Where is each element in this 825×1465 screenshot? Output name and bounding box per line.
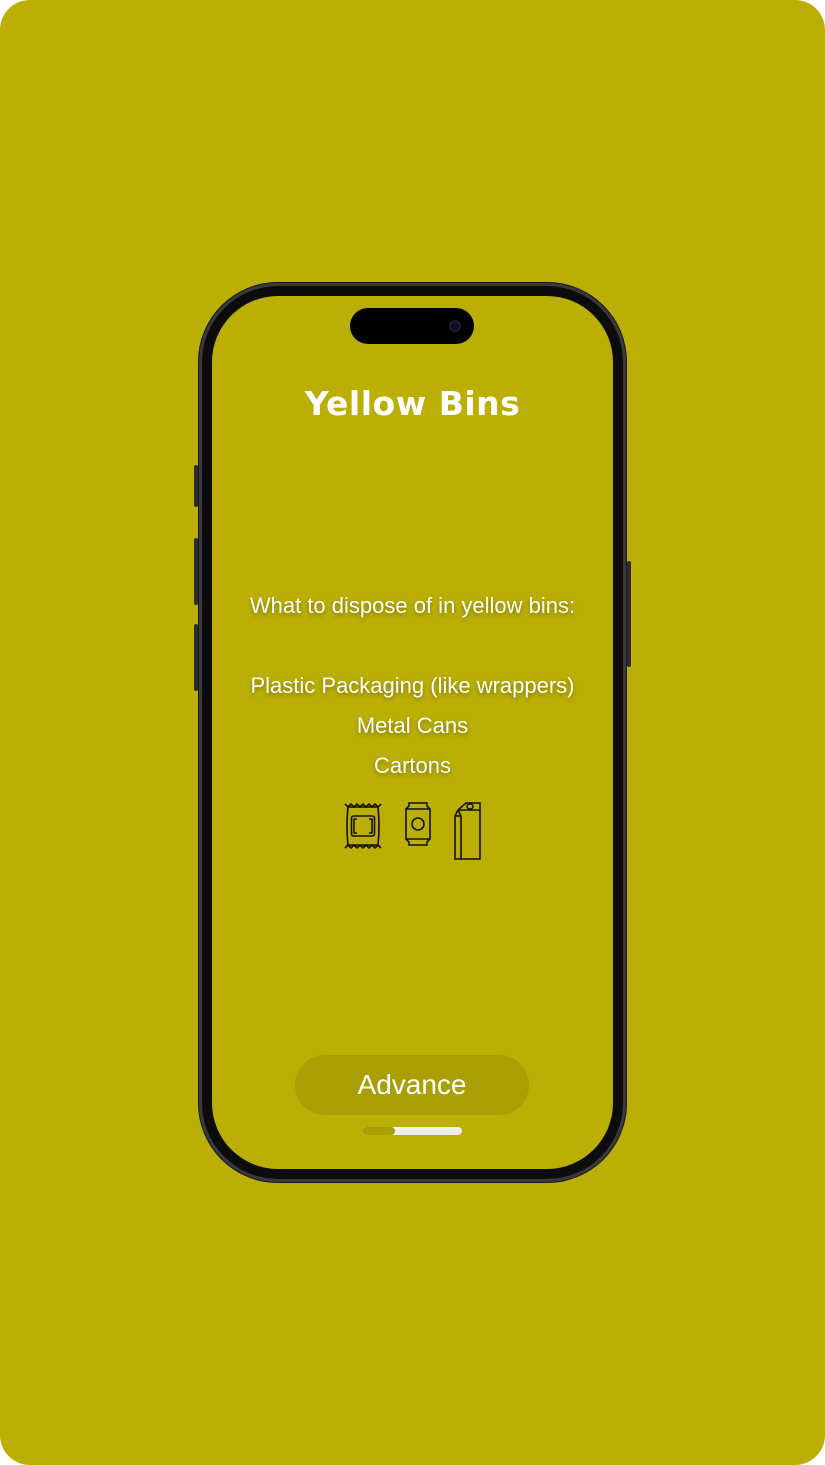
list-item: Cartons <box>373 753 452 778</box>
progress-bar <box>362 1127 462 1135</box>
phone-screen: Yellow Bins What to dispose of in yellow… <box>212 296 613 1169</box>
intro-text: What to dispose of in yellow bins: <box>249 593 576 618</box>
power-button <box>627 561 631 667</box>
carton-icon <box>453 802 481 860</box>
action-button <box>194 465 198 507</box>
list-item: Metal Cans <box>356 713 469 738</box>
page-title: Yellow Bins <box>304 384 521 423</box>
item-icons <box>212 802 613 860</box>
can-icon <box>404 802 431 846</box>
camera-icon <box>449 320 461 332</box>
volume-up-button <box>194 538 198 605</box>
advance-button[interactable]: Advance <box>295 1055 529 1115</box>
list-item: Plastic Packaging (like wrappers) <box>250 673 575 698</box>
progress-fill <box>362 1127 395 1135</box>
wrapper-icon <box>343 802 382 850</box>
dynamic-island <box>350 308 474 344</box>
disposal-info: What to dispose of in yellow bins: Plast… <box>212 586 613 786</box>
page-background: Yellow Bins What to dispose of in yellow… <box>0 0 825 1465</box>
volume-down-button <box>194 624 198 691</box>
